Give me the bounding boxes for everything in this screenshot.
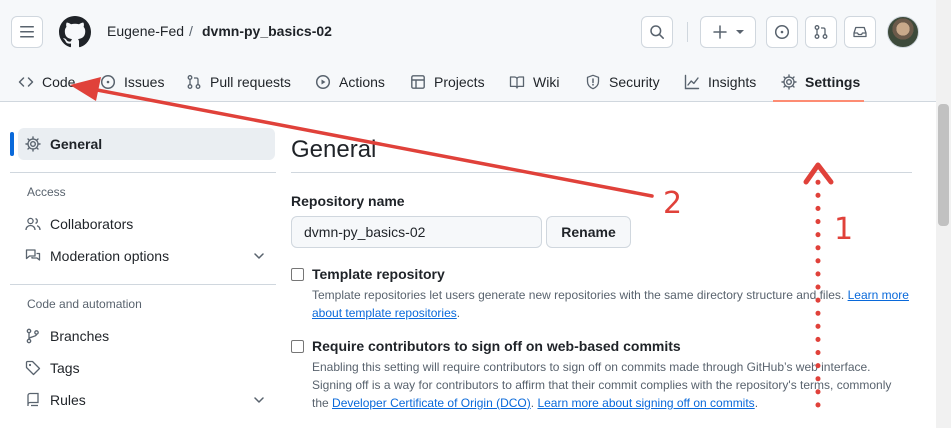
tab-code-label: Code [42, 74, 76, 90]
tab-actions[interactable]: Actions [315, 72, 385, 92]
repo-name-label: Repository name [291, 193, 405, 209]
chevron-down-icon[interactable] [251, 392, 267, 408]
template-repository-description: Template repositories let users generate… [312, 286, 912, 322]
signoff-label: Require contributors to sign off on web-… [312, 338, 681, 354]
sidebar-item-tags[interactable]: Tags [25, 358, 80, 378]
chevron-down-icon[interactable] [251, 248, 267, 264]
tab-security[interactable]: Security [585, 72, 660, 92]
template-desc-tail: . [456, 306, 461, 320]
comment-discussion-icon [25, 249, 41, 261]
pull-request-icon [187, 75, 201, 89]
issue-opened-icon [774, 24, 790, 40]
create-new-button[interactable] [700, 16, 756, 48]
owner-link[interactable]: Eugene-Fed [107, 23, 184, 39]
inbox-button[interactable] [844, 16, 876, 48]
sidebar-rules-label: Rules [50, 392, 86, 408]
signoff-learn-more-link[interactable]: Learn more about signing off on commits [537, 396, 754, 410]
search-button[interactable] [641, 16, 673, 48]
repo-name-input[interactable] [291, 216, 542, 248]
sidebar-general-label: General [50, 136, 103, 152]
template-repository-label: Template repository [312, 266, 445, 282]
sidebar-collaborators-label: Collaborators [50, 216, 134, 232]
repo-link[interactable]: dvmn-py_basics-02 [202, 23, 332, 39]
shield-icon [586, 74, 600, 90]
sidebar-branches-label: Branches [50, 328, 110, 344]
inbox-icon [853, 26, 867, 38]
sidebar-item-collaborators[interactable]: Collaborators [25, 214, 133, 234]
tab-insights-label: Insights [708, 74, 757, 90]
tab-pull-requests-label: Pull requests [210, 74, 291, 90]
issue-icon [100, 74, 116, 90]
header-divider [687, 22, 688, 42]
sidebar-heading-access: Access [27, 185, 66, 199]
rename-button[interactable]: Rename [546, 216, 631, 248]
annotation-arrowhead-1 [803, 162, 834, 185]
gear-icon [781, 74, 797, 90]
page-title: General [291, 136, 377, 163]
signoff-checkbox[interactable] [291, 340, 304, 353]
signoff-description: Enabling this setting will require contr… [312, 358, 902, 412]
hamburger-icon [20, 26, 34, 38]
user-avatar[interactable] [887, 16, 919, 48]
tab-issues-label: Issues [124, 74, 165, 90]
tab-settings[interactable]: Settings [781, 72, 860, 92]
sidebar-divider [10, 172, 276, 173]
gear-icon [25, 136, 41, 152]
menu-button[interactable] [11, 16, 43, 48]
sidebar-active-marker [10, 132, 14, 156]
sidebar-divider [10, 284, 276, 285]
tab-actions-label: Actions [339, 74, 385, 90]
dco-link[interactable]: Developer Certificate of Origin (DCO) [332, 396, 531, 410]
sidebar-moderation-label: Moderation options [50, 248, 170, 264]
sidebar-item-rules[interactable]: Rules [25, 390, 86, 410]
tab-issues[interactable]: Issues [100, 72, 164, 92]
tab-pull-requests[interactable]: Pull requests [186, 72, 291, 92]
tab-wiki[interactable]: Wiki [509, 72, 559, 92]
active-tab-indicator [773, 100, 864, 102]
git-branch-icon [26, 328, 39, 344]
search-icon [650, 25, 664, 39]
plus-icon [713, 25, 727, 39]
issues-button[interactable] [766, 16, 798, 48]
tab-settings-label: Settings [805, 74, 861, 90]
code-icon [18, 77, 34, 87]
sidebar-item-moderation[interactable]: Moderation options [25, 246, 169, 266]
tab-projects[interactable]: Projects [410, 72, 485, 92]
tab-code[interactable]: Code [18, 72, 75, 92]
annotation-number-2: 2 [663, 186, 683, 221]
signoff-desc-tail: . [754, 396, 759, 410]
repo-push-icon [27, 392, 39, 407]
title-divider [291, 172, 912, 173]
table-icon [411, 75, 425, 89]
caret-down-icon [736, 30, 744, 34]
annotation-number-1: 1 [834, 212, 854, 247]
tab-security-label: Security [609, 74, 660, 90]
sidebar-heading-code: Code and automation [27, 297, 142, 311]
play-icon [315, 74, 331, 90]
sidebar-tags-label: Tags [50, 360, 80, 376]
git-pull-request-icon [814, 25, 828, 39]
signoff-desc-mid: . [530, 396, 535, 410]
sidebar-general[interactable]: General [25, 134, 102, 154]
tag-icon [25, 360, 41, 376]
people-icon [25, 217, 41, 231]
tab-insights[interactable]: Insights [684, 72, 756, 92]
scrollbar-thumb[interactable] [938, 104, 949, 226]
graph-icon [684, 74, 700, 90]
tab-projects-label: Projects [434, 74, 485, 90]
template-desc-text: Template repositories let users generate… [312, 288, 845, 302]
pull-requests-button[interactable] [805, 16, 837, 48]
github-logo-icon[interactable] [59, 16, 91, 48]
path-separator: / [189, 23, 193, 39]
template-repository-checkbox[interactable] [291, 268, 304, 281]
book-icon [509, 76, 525, 89]
tab-wiki-label: Wiki [533, 74, 560, 90]
sidebar-item-branches[interactable]: Branches [25, 326, 109, 346]
